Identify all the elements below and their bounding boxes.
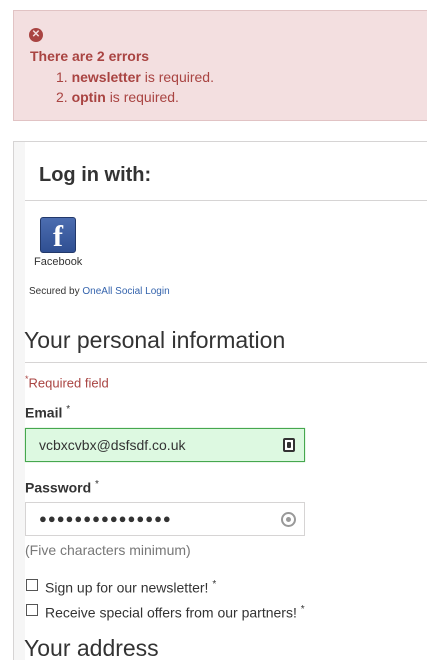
optin-checkbox[interactable] xyxy=(26,604,38,616)
contact-card-icon[interactable] xyxy=(283,438,295,452)
account-form: Log in with: f Facebook Secured by OneAl… xyxy=(24,142,427,660)
password-field-value: ●●●●●●●●●●●●●●● xyxy=(39,511,172,526)
required-asterisk: * xyxy=(300,604,305,615)
facebook-icon: f xyxy=(53,220,63,253)
optin-label-text: Receive special offers from our partners… xyxy=(45,604,297,621)
error-item-number: 2. xyxy=(56,89,68,105)
required-asterisk: * xyxy=(212,579,217,590)
facebook-label: Facebook xyxy=(34,256,83,268)
divider xyxy=(25,362,427,363)
facebook-login-button[interactable]: f xyxy=(40,217,76,253)
error-list: 1. newsletter is required. 2. optin is r… xyxy=(56,67,214,107)
account-form-panel: Log in with: f Facebook Secured by OneAl… xyxy=(13,141,427,660)
personal-info-title: Your personal information xyxy=(24,327,286,353)
error-alert: ✕ There are 2 errors 1. newsletter is re… xyxy=(13,10,427,121)
error-item-message: is required. xyxy=(109,89,179,105)
address-title: Your address xyxy=(24,635,159,660)
newsletter-label-text: Sign up for our newsletter! xyxy=(45,579,209,596)
divider xyxy=(25,200,427,201)
password-field[interactable]: ●●●●●●●●●●●●●●● xyxy=(25,502,305,536)
email-field-value: vcbxcvbx@dsfsdf.co.uk xyxy=(39,437,186,453)
error-item-message: is required. xyxy=(144,69,214,85)
newsletter-checkbox[interactable] xyxy=(26,579,38,591)
secured-by-note: Secured by OneAll Social Login xyxy=(29,286,170,297)
password-label-text: Password xyxy=(25,479,92,496)
error-item-field: optin xyxy=(71,89,106,105)
password-label: Password * xyxy=(25,479,99,496)
secured-by-text: Secured by xyxy=(29,286,80,297)
email-label-text: Email xyxy=(25,404,63,421)
error-close-circle-icon: ✕ xyxy=(29,28,43,42)
oneall-link[interactable]: OneAll Social Login xyxy=(82,286,169,297)
newsletter-label: Sign up for our newsletter! * xyxy=(45,577,216,596)
error-item-field: newsletter xyxy=(71,69,141,85)
required-asterisk: * xyxy=(66,404,71,415)
required-asterisk: * xyxy=(95,479,99,490)
error-item: 1. newsletter is required. xyxy=(56,67,214,87)
error-item-number: 1. xyxy=(56,69,68,85)
error-title: There are 2 errors xyxy=(30,48,150,64)
required-note-text: Required field xyxy=(28,375,109,391)
error-item: 2. optin is required. xyxy=(56,87,214,107)
required-field-note: *Required field xyxy=(25,374,109,390)
email-field[interactable]: vcbxcvbx@dsfsdf.co.uk xyxy=(25,428,305,462)
eye-icon[interactable] xyxy=(281,512,296,527)
optin-label: Receive special offers from our partners… xyxy=(45,602,305,621)
password-hint: (Five characters minimum) xyxy=(25,542,191,558)
social-login-title: Log in with: xyxy=(39,164,152,186)
email-label: Email * xyxy=(25,404,70,421)
